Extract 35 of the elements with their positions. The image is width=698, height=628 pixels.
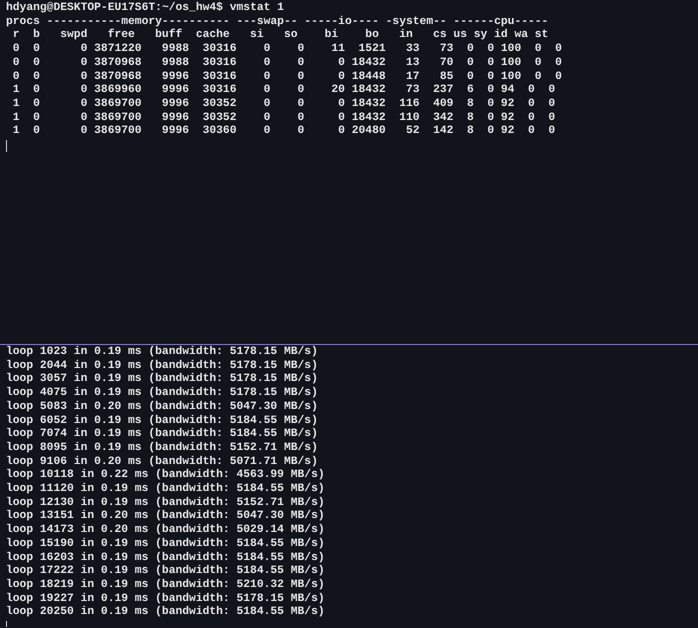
output-line: loop 9106 in 0.20 ms (bandwidth: 5071.71 MB/s) — [6, 456, 318, 468]
prompt-separator: : — [155, 2, 162, 16]
output-line: loop 11120 in 0.19 ms (bandwidth: 5184.55 MB/s) — [6, 483, 325, 496]
output-line: loop 5083 in 0.20 ms (bandwidth: 5047.30 MB/s) — [6, 400, 318, 414]
output-line: loop 7074 in 0.19 ms (bandwidth: 5184.55 MB/s) — [6, 428, 318, 442]
output-line: loop 17222 in 0.19 ms (bandwidth: 5184.55 MB/s) — [6, 565, 325, 578]
text-cursor — [6, 140, 7, 152]
output-line: loop 13151 in 0.20 ms (bandwidth: 5047.30 MB/s) — [6, 510, 325, 524]
output-line: 0 0 0 3870968 9996 30316 0 0 0 18448 17 85 0 0 100 0 0 — [12, 70, 562, 84]
output-line: loop 3057 in 0.19 ms (bandwidth: 5178.15 MB/s) — [6, 373, 318, 386]
output-line: loop 6052 in 0.19 ms (bandwidth: 5184.55 MB/s) — [6, 414, 318, 428]
text-cursor — [6, 621, 7, 628]
output-line: loop 8095 in 0.19 ms (bandwidth: 5152.71 MB/s) — [6, 442, 318, 456]
output-line: 1 0 0 3869960 9996 30316 0 0 20 18432 73 237 6 0 94 0 0 — [12, 84, 556, 98]
output-line: loop 10118 in 0.22 ms (bandwidth: 4563.99 MB/s) — [6, 469, 325, 482]
output-line: loop 12130 in 0.19 ms (bandwidth: 5152.71 MB/s) — [6, 496, 325, 510]
output-line: r b swpd free buff cache si so bi bo in cs us sy id wa st — [12, 29, 548, 44]
output-line: loop 15190 in 0.19 ms (bandwidth: 5184.55 MB/s) — [6, 538, 325, 552]
prompt-path: ~/os_hw4 — [162, 2, 216, 16]
output-line: loop 19227 in 0.19 ms (bandwidth: 5178.15 MB/s) — [6, 592, 325, 606]
output-line: loop 14173 in 0.20 ms (bandwidth: 5029.14 MB/s) — [6, 524, 325, 538]
output-line: loop 16203 in 0.19 ms (bandwidth: 5184.55 MB/s) — [6, 552, 325, 564]
output-line: loop 1023 in 0.19 ms (bandwidth: 5178.15 MB/s) — [6, 346, 318, 360]
output-line: 1 0 0 3869700 9996 30352 0 0 0 18432 116 409 8 0 92 0 0 — [12, 98, 556, 112]
output-line: 1 0 0 3869700 9996 30360 0 0 0 20480 52 142 8 0 92 0 0 — [12, 125, 556, 140]
output-line: loop 18219 in 0.19 ms (bandwidth: 5210.32 MB/s) — [6, 578, 325, 592]
output-line: 0 0 0 3871220 9988 30316 0 0 11 1521 33 73 0 0 100 0 0 — [12, 43, 562, 57]
output-line: procs -----------memory---------- ---swap-- -----io---- -system-- ------cpu----- — [6, 16, 548, 28]
output-line: loop 4075 in 0.19 ms (bandwidth: 5178.15 MB/s) — [6, 387, 318, 400]
prompt-user-host: hdyang@DESKTOP-EU17S6T — [6, 2, 156, 16]
output-line: 0 0 0 3870968 9988 30316 0 0 0 18432 13 70 0 0 100 0 0 — [12, 56, 562, 71]
output-line: loop 2044 in 0.19 ms (bandwidth: 5178.15 MB/s) — [6, 360, 318, 372]
output-line: 1 0 0 3869700 9996 30352 0 0 0 18432 110 342 8 0 92 0 0 — [12, 112, 556, 126]
output-line: loop 20250 in 0.19 ms (bandwidth: 5184.55 MB/s) — [6, 606, 325, 620]
prompt-command: $ vmstat 1 — [216, 2, 284, 16]
